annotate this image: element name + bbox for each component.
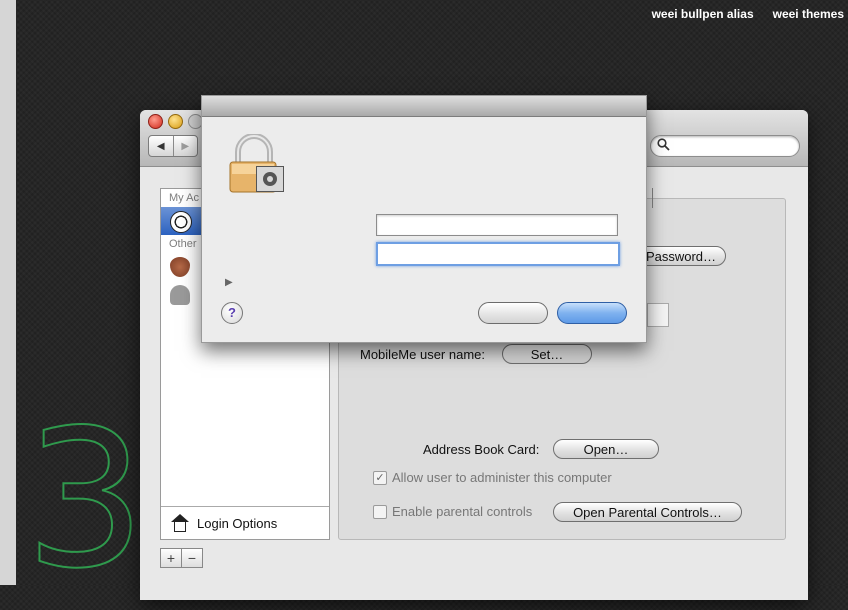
add-remove-control: + −: [160, 548, 203, 568]
open-parental-controls-label: Open Parental Controls…: [573, 504, 722, 520]
authentication-sheet: ▶ ?: [201, 95, 647, 343]
allow-admin-checkbox[interactable]: ✓ Allow user to administer this computer: [373, 470, 612, 485]
decor-digit: 3: [24, 389, 147, 610]
ok-button[interactable]: [557, 302, 627, 324]
full-name-field-edge[interactable]: [647, 303, 669, 327]
parental-controls-checkbox[interactable]: Enable parental controls: [373, 504, 532, 519]
details-disclosure-triangle[interactable]: ▶: [225, 277, 233, 288]
cancel-button[interactable]: [478, 302, 548, 324]
close-button[interactable]: [148, 114, 163, 129]
preferences-icon: [256, 166, 284, 192]
soccer-ball-avatar-icon: [170, 211, 192, 233]
navigation-segment: ◀ ▶: [148, 135, 198, 157]
add-account-button[interactable]: +: [161, 549, 181, 567]
address-book-label: Address Book Card:: [423, 442, 540, 457]
open-address-card-button[interactable]: Open…: [553, 439, 659, 459]
sheet-top-edge: [202, 96, 646, 117]
top-links: weei bullpen alias weei themes: [652, 7, 844, 21]
change-password-button[interactable]: Password…: [636, 246, 726, 266]
name-field[interactable]: [376, 214, 618, 236]
help-button[interactable]: ?: [221, 302, 243, 324]
login-options-item[interactable]: Login Options: [161, 506, 329, 539]
empty-checkbox-icon: [373, 504, 387, 519]
set-mobileme-button[interactable]: Set…: [502, 344, 592, 364]
desktop-left-strip: [0, 0, 16, 585]
link-bullpen-alias[interactable]: weei bullpen alias: [652, 7, 754, 21]
password-field[interactable]: [376, 242, 620, 266]
person-avatar-icon: [170, 285, 190, 305]
forward-button[interactable]: ▶: [172, 136, 198, 156]
football-avatar-icon: [170, 257, 190, 277]
login-options-label: Login Options: [197, 515, 278, 531]
set-button-label: Set…: [530, 346, 564, 362]
back-button[interactable]: ◀: [149, 136, 173, 156]
remove-account-button[interactable]: −: [181, 549, 202, 567]
search-icon: [657, 138, 670, 154]
open-button-label: Open…: [583, 441, 629, 457]
search-input[interactable]: [650, 135, 800, 157]
checkmark-icon: ✓: [373, 470, 387, 485]
panel-tab-edge: [650, 188, 653, 208]
allow-admin-label: Allow user to administer this computer: [392, 470, 612, 485]
open-parental-controls-button[interactable]: Open Parental Controls…: [553, 502, 742, 522]
link-themes[interactable]: weei themes: [773, 7, 844, 21]
home-icon: [171, 514, 189, 532]
mobileme-label: MobileMe user name:: [360, 347, 485, 362]
parental-controls-label: Enable parental controls: [392, 504, 533, 519]
minimize-button[interactable]: [168, 114, 183, 129]
change-password-label: Password…: [645, 248, 717, 264]
